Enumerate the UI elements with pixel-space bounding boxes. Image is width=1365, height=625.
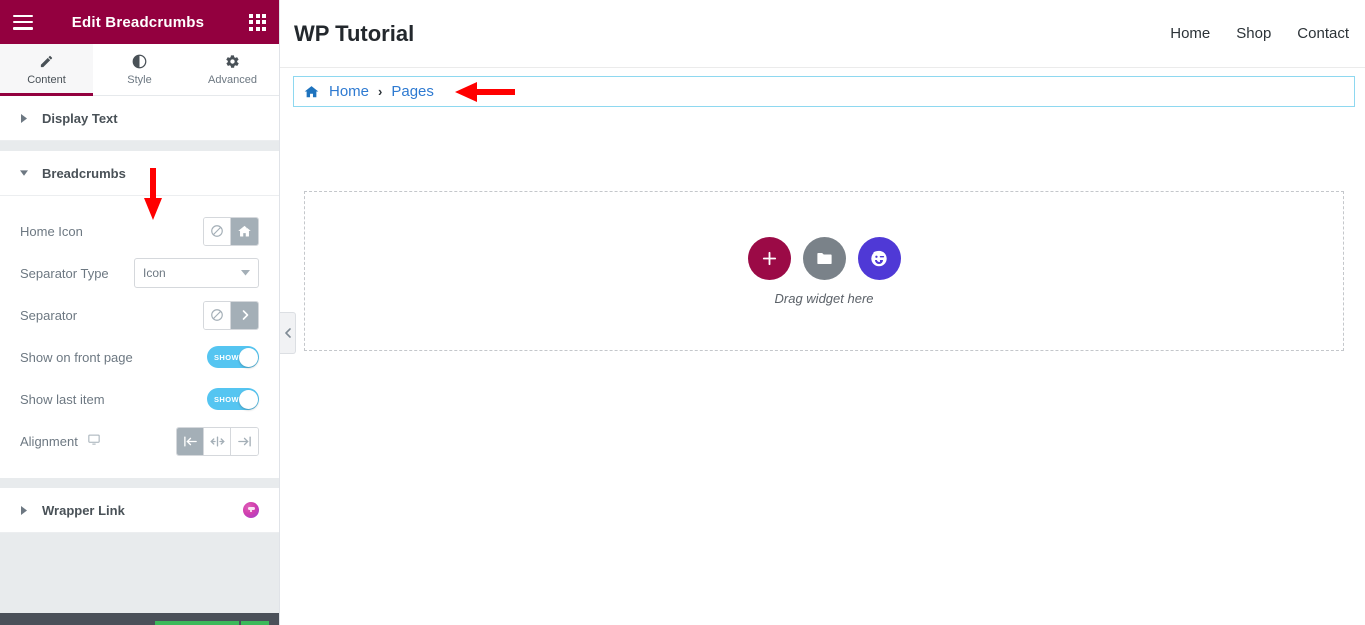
ban-icon-option[interactable]: [204, 217, 231, 245]
section-wrapper-link-label: Wrapper Link: [42, 502, 125, 518]
section-display-text-label: Display Text: [42, 110, 118, 126]
breadcrumb-item-home[interactable]: Home: [329, 83, 369, 100]
section-divider: [0, 141, 279, 151]
toggle-state-label: SHOW: [214, 352, 239, 362]
site-title: WP Tutorial: [294, 20, 415, 46]
arrow-pointing-to-home-icon-control: [144, 168, 162, 220]
control-show-last-item-label: Show last item: [20, 391, 105, 407]
grid-icon[interactable]: [249, 13, 266, 31]
control-home-icon-label: Home Icon: [20, 223, 83, 239]
tab-content-label: Content: [27, 74, 66, 86]
arrow-pointing-to-breadcrumb: [455, 82, 515, 102]
alignment-choices: [176, 426, 259, 456]
breadcrumb-separator: ›: [378, 84, 383, 99]
add-section-button[interactable]: [747, 236, 791, 280]
house-icon-option[interactable]: [231, 217, 258, 245]
ban-icon-option[interactable]: [204, 301, 231, 329]
breadcrumbs-controls: Home Icon Separator Type Icon Separator …: [0, 196, 279, 478]
ai-button[interactable]: [857, 236, 901, 280]
control-separator-type: Separator Type Icon: [20, 252, 259, 294]
tab-advanced[interactable]: Advanced: [186, 44, 279, 95]
site-header: WP Tutorial Home Shop Contact: [280, 0, 1365, 68]
pencil-icon: [39, 53, 54, 69]
show-on-front-page-toggle[interactable]: SHOW: [207, 346, 259, 368]
section-divider: [0, 478, 279, 488]
section-wrapper-link[interactable]: Wrapper Link: [0, 488, 279, 533]
control-separator-label: Separator: [20, 307, 78, 323]
toggle-knob: [238, 347, 258, 367]
control-separator: Separator: [20, 294, 259, 336]
section-display-text[interactable]: Display Text: [0, 96, 279, 141]
tab-style-label: Style: [127, 74, 152, 86]
section-breadcrumbs[interactable]: Breadcrumbs: [0, 151, 279, 196]
nav-item-shop[interactable]: Shop: [1236, 25, 1271, 42]
tab-style[interactable]: Style: [93, 44, 186, 95]
publish-options-button[interactable]: [241, 621, 269, 625]
home-icon-choices: [203, 216, 259, 246]
chevron-right-icon: [20, 113, 28, 123]
gear-icon: [225, 53, 240, 69]
nav-item-contact[interactable]: Contact: [1297, 25, 1349, 42]
toggle-state-label: SHOW: [214, 394, 239, 404]
elementor-pro-badge-icon: [243, 502, 259, 518]
desktop-icon[interactable]: [87, 433, 101, 449]
chevron-right-icon-option[interactable]: [231, 301, 258, 329]
control-show-on-front-page: Show on front page SHOW: [20, 336, 259, 378]
tab-advanced-label: Advanced: [208, 74, 257, 86]
breadcrumb-item-pages[interactable]: Pages: [391, 83, 434, 100]
toggle-knob: [238, 389, 258, 409]
contrast-circle-icon: [132, 53, 147, 69]
tab-content[interactable]: Content: [0, 44, 93, 96]
breadcrumbs-widget[interactable]: Home › Pages: [293, 76, 1355, 107]
control-show-on-front-page-label: Show on front page: [20, 349, 133, 365]
control-alignment: Alignment: [20, 420, 259, 462]
control-separator-type-label: Separator Type: [20, 265, 109, 281]
elementor-editor: Edit Breadcrumbs Content Style Advanced …: [0, 0, 1365, 625]
drop-zone-label: Drag widget here: [774, 290, 874, 306]
house-icon: [303, 84, 320, 100]
align-center-icon-option[interactable]: [204, 427, 231, 455]
align-left-icon-option[interactable]: [177, 427, 204, 455]
panel-collapse-toggle[interactable]: [280, 312, 296, 354]
preview-canvas: WP Tutorial Home Shop Contact Home › Pag…: [280, 0, 1365, 625]
elementor-panel: Edit Breadcrumbs Content Style Advanced …: [0, 0, 280, 625]
control-alignment-label: Alignment: [20, 433, 78, 449]
separator-type-select[interactable]: Icon: [134, 258, 259, 288]
site-nav: Home Shop Contact: [1170, 25, 1349, 42]
chevron-down-icon: [241, 268, 250, 278]
drop-zone[interactable]: Drag widget here: [304, 191, 1344, 351]
control-show-last-item: Show last item SHOW: [20, 378, 259, 420]
panel-tabs: Content Style Advanced: [0, 44, 279, 96]
panel-footer: [0, 613, 279, 625]
show-last-item-toggle[interactable]: SHOW: [207, 388, 259, 410]
section-breadcrumbs-label: Breadcrumbs: [42, 165, 126, 181]
drop-zone-buttons: [747, 236, 901, 280]
chevron-right-icon: [20, 505, 28, 515]
separator-type-value: Icon: [143, 266, 166, 280]
panel-body: Display Text Breadcrumbs Home Icon Separ…: [0, 96, 279, 613]
chevron-down-icon: [20, 169, 28, 177]
align-right-icon-option[interactable]: [231, 427, 258, 455]
template-library-button[interactable]: [802, 236, 846, 280]
separator-choices: [203, 300, 259, 330]
nav-item-home[interactable]: Home: [1170, 25, 1210, 42]
panel-title: Edit Breadcrumbs: [71, 13, 205, 31]
update-button[interactable]: [155, 621, 239, 625]
panel-header: Edit Breadcrumbs: [0, 0, 279, 44]
control-home-icon: Home Icon: [20, 210, 259, 252]
